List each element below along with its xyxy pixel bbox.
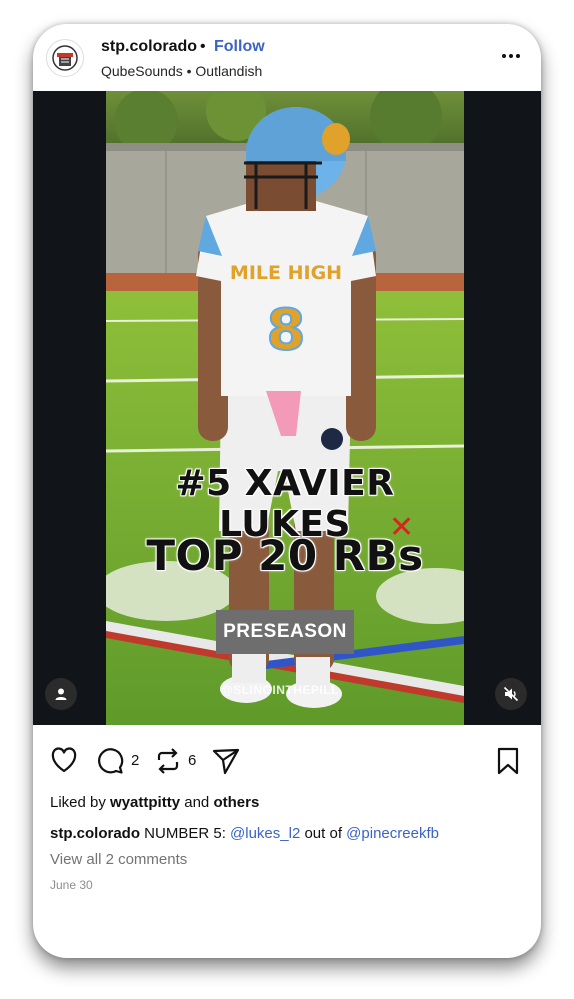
more-dot-icon bbox=[516, 54, 520, 58]
separator-dot: • bbox=[200, 38, 206, 55]
speaker-muted-icon bbox=[503, 686, 519, 702]
bookmark-icon[interactable] bbox=[496, 747, 520, 775]
caption-username[interactable]: stp.colorado bbox=[50, 825, 140, 842]
post-media[interactable]: MILE HIGH 8 #5 XAVIER LUKES ✕ TOP 20 RBs… bbox=[33, 91, 541, 725]
caption-text: NUMBER 5: bbox=[140, 825, 231, 842]
caption-text: out of bbox=[300, 825, 347, 842]
repost-count: 6 bbox=[188, 752, 197, 769]
likes-prefix: Liked by bbox=[50, 794, 111, 811]
post-photo: MILE HIGH 8 #5 XAVIER LUKES ✕ TOP 20 RBs… bbox=[106, 91, 464, 725]
repost-icon[interactable] bbox=[155, 747, 181, 775]
post-username[interactable]: stp.colorado bbox=[101, 38, 197, 56]
post-caption: stp.colorado NUMBER 5: @lukes_l2 out of … bbox=[50, 825, 439, 842]
jersey-text: MILE HIGH bbox=[230, 262, 342, 284]
preseason-badge: PRESEASON bbox=[216, 610, 354, 654]
person-icon bbox=[55, 688, 67, 700]
post-header: stp.colorado • Follow QubeSounds • Outla… bbox=[33, 24, 541, 91]
audio-track-label[interactable]: QubeSounds • Outlandish bbox=[101, 63, 262, 79]
mention-link[interactable]: @pinecreekfb bbox=[346, 825, 439, 842]
jersey-number: 8 bbox=[267, 298, 306, 363]
likes-others-link[interactable]: others bbox=[213, 794, 259, 811]
likes-middle: and bbox=[180, 794, 214, 811]
overlay-subheadline: TOP 20 RBs bbox=[146, 531, 424, 580]
team-logo-icon bbox=[52, 45, 78, 71]
watermark-text: @SLINGINTHEPILL bbox=[221, 683, 339, 697]
mute-button[interactable] bbox=[495, 678, 527, 710]
more-options-button[interactable] bbox=[499, 48, 523, 64]
liker-username[interactable]: wyattpitty bbox=[110, 794, 180, 811]
more-dot-icon bbox=[509, 54, 513, 58]
view-comments-link[interactable]: View all 2 comments bbox=[50, 851, 187, 868]
comment-icon[interactable] bbox=[96, 747, 124, 775]
post-card: stp.colorado • Follow QubeSounds • Outla… bbox=[33, 24, 541, 958]
follow-button[interactable]: Follow bbox=[214, 38, 265, 56]
mention-link[interactable]: @lukes_l2 bbox=[230, 825, 300, 842]
heart-icon[interactable] bbox=[50, 747, 78, 773]
comment-count: 2 bbox=[131, 752, 140, 769]
share-icon[interactable] bbox=[212, 747, 240, 775]
likes-summary: Liked by wyattpitty and others bbox=[50, 794, 259, 811]
tagged-users-button[interactable] bbox=[45, 678, 77, 710]
avatar[interactable] bbox=[46, 39, 84, 77]
more-dot-icon bbox=[502, 54, 506, 58]
post-date: June 30 bbox=[50, 878, 93, 892]
post-actions: 2 6 bbox=[33, 725, 541, 797]
